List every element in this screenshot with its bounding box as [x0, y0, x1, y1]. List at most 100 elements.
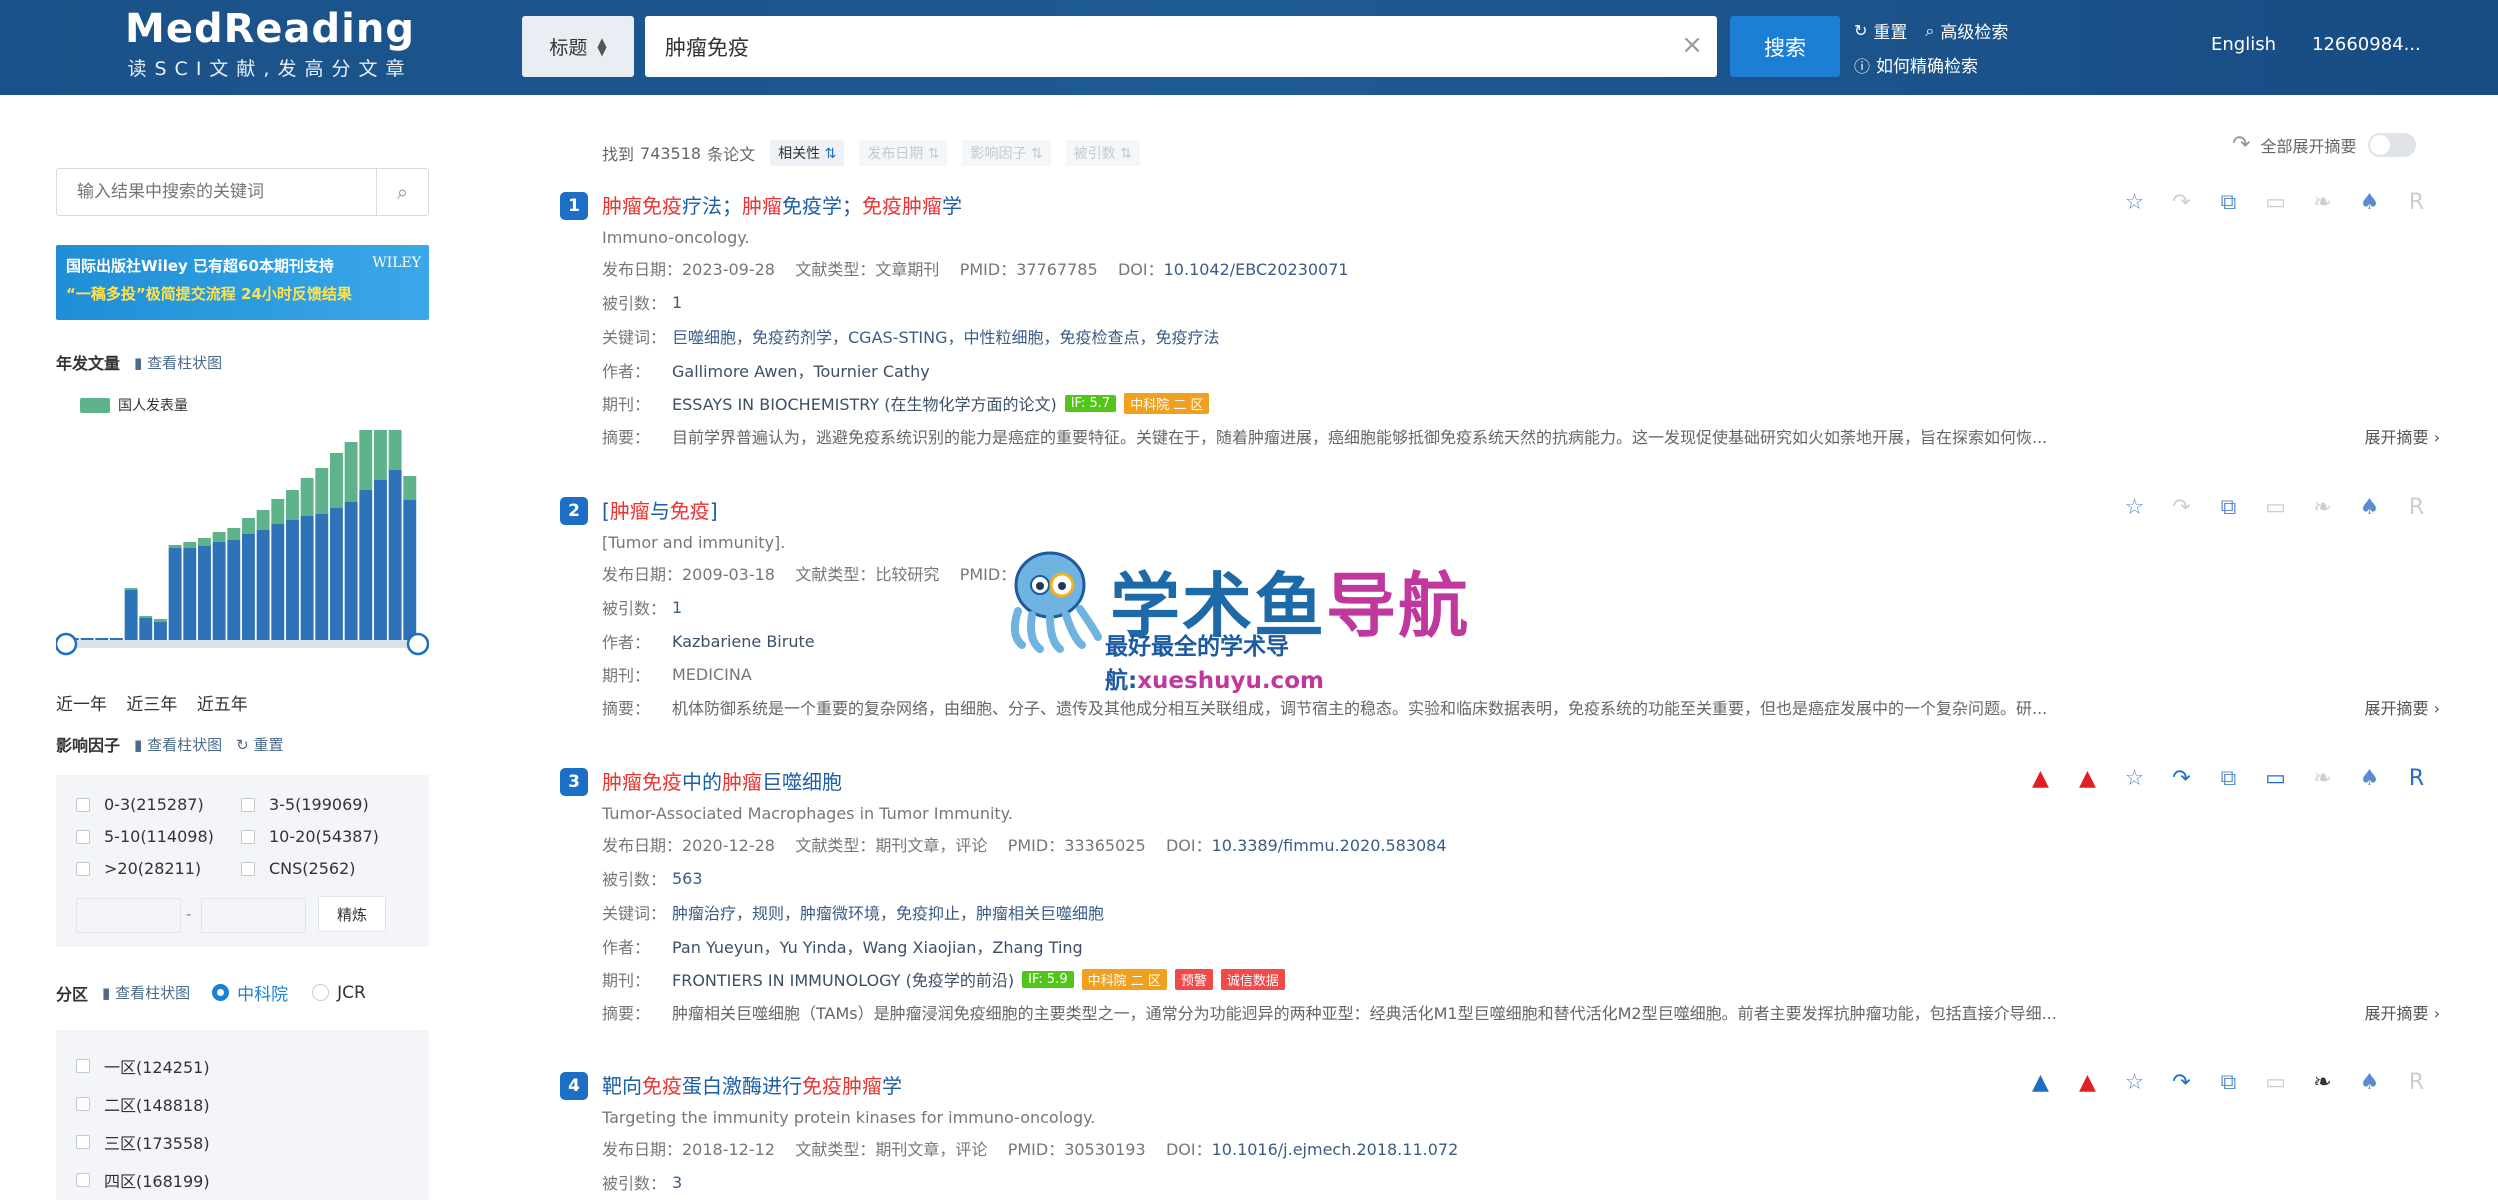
- expand-abstract-link[interactable]: 展开摘要 ›: [2364, 1000, 2440, 1024]
- if-min-input[interactable]: [76, 898, 181, 933]
- checkbox[interactable]: [76, 1173, 90, 1187]
- share-icon[interactable]: ↷: [2158, 766, 2205, 791]
- checkbox[interactable]: [241, 797, 255, 812]
- result-title[interactable]: 靶向免疫蛋白激酶进行免疫肿瘤学: [602, 1070, 902, 1099]
- year-bar-view-link[interactable]: ▮ 查看柱状图: [134, 352, 222, 373]
- reader-icon[interactable]: R: [2393, 1070, 2440, 1095]
- bell-icon[interactable]: ♠: [2346, 190, 2393, 215]
- monitor-icon[interactable]: ▭: [2252, 190, 2299, 215]
- share-icon[interactable]: ↷: [2158, 1070, 2205, 1095]
- advanced-search-link[interactable]: 高级检索: [1940, 18, 2008, 43]
- reset-link[interactable]: 重置: [1873, 18, 1907, 43]
- star-icon[interactable]: ☆: [2111, 766, 2158, 791]
- search-field-select[interactable]: 标题 ▲ ▼: [522, 16, 634, 77]
- journal-value[interactable]: FRONTIERS IN IMMUNOLOGY (免疫学的前沿): [672, 967, 1014, 991]
- feather-icon[interactable]: ❧: [2299, 190, 2346, 215]
- clear-icon[interactable]: ×: [1681, 30, 1703, 60]
- reader-icon[interactable]: R: [2393, 766, 2440, 791]
- if-reset-link[interactable]: ↻ 重置: [236, 734, 283, 755]
- if-option[interactable]: CNS(2562): [241, 859, 356, 878]
- result-doi[interactable]: 10.1016/j.ejmech.2018.11.072: [1212, 1140, 1459, 1159]
- range-3y[interactable]: 近三年: [126, 695, 177, 715]
- checkbox[interactable]: [241, 861, 255, 876]
- authors-value[interactable]: Kazbariene Birute: [672, 632, 815, 651]
- checkbox[interactable]: [76, 1135, 90, 1149]
- authors-value[interactable]: Gallimore Awen，Tournier Cathy: [672, 358, 930, 382]
- warning-icon[interactable]: ▲: [2017, 766, 2064, 791]
- monitor-icon[interactable]: ▭: [2252, 766, 2299, 791]
- share-icon[interactable]: ↷: [2158, 495, 2205, 520]
- result-title[interactable]: 肿瘤免疫中的肿瘤巨噬细胞: [602, 766, 842, 795]
- feather-icon[interactable]: ❧: [2299, 766, 2346, 791]
- translate-icon[interactable]: ⧉: [2205, 766, 2252, 791]
- checkbox[interactable]: [241, 829, 255, 844]
- if-option[interactable]: 3-5(199069): [241, 795, 369, 814]
- share-icon[interactable]: ↷: [2158, 190, 2205, 215]
- result-doi[interactable]: 10.3389/fimmu.2020.583084: [1212, 836, 1447, 855]
- reader-icon[interactable]: R: [2393, 495, 2440, 520]
- sort-date[interactable]: 发布日期 ⇅: [859, 140, 948, 166]
- zone-bar-view-link[interactable]: ▮ 查看柱状图: [102, 982, 190, 1003]
- zone-option[interactable]: 二区(148818): [76, 1092, 210, 1116]
- result-title[interactable]: 肿瘤免疫疗法；肿瘤免疫学；免疫肿瘤学: [602, 190, 962, 219]
- range-slider-track[interactable]: [66, 640, 418, 648]
- monitor-icon[interactable]: ▭: [2252, 495, 2299, 520]
- range-5y[interactable]: 近五年: [197, 695, 248, 715]
- reader-icon[interactable]: R: [2393, 190, 2440, 215]
- alert-icon[interactable]: ▲: [2064, 766, 2111, 791]
- checkbox[interactable]: [76, 861, 90, 876]
- range-slider-handle[interactable]: [406, 632, 429, 656]
- star-icon[interactable]: ☆: [2111, 190, 2158, 215]
- search-button[interactable]: 搜索: [1730, 16, 1840, 77]
- checkbox[interactable]: [76, 1059, 90, 1073]
- sort-relevance[interactable]: 相关性 ⇅: [770, 140, 845, 166]
- zone-option[interactable]: 一区(124251): [76, 1054, 210, 1078]
- search-input[interactable]: [645, 16, 1605, 77]
- translate-icon[interactable]: ⧉: [2205, 495, 2252, 520]
- checkbox[interactable]: [76, 797, 90, 812]
- if-max-input[interactable]: [201, 898, 306, 933]
- zone-radio-jcr[interactable]: JCR: [312, 983, 366, 1003]
- if-option[interactable]: 10-20(54387): [241, 827, 379, 846]
- result-doi[interactable]: 10.1042/EBC20230071: [1164, 260, 1349, 279]
- result-title[interactable]: [肿瘤与免疫]: [602, 495, 718, 524]
- language-switch[interactable]: English: [2211, 34, 2276, 55]
- translate-icon[interactable]: ⧉: [2205, 190, 2252, 215]
- zone-radio-cas[interactable]: 中科院: [212, 980, 288, 1005]
- result-search-input[interactable]: [57, 169, 377, 215]
- search-help-link[interactable]: 如何精确检索: [1876, 52, 1978, 77]
- star-icon[interactable]: ☆: [2111, 495, 2158, 520]
- translate-icon[interactable]: ⧉: [2205, 1070, 2252, 1095]
- sort-impact[interactable]: 影响因子 ⇅: [962, 140, 1051, 166]
- expand-abstract-link[interactable]: 展开摘要 ›: [2364, 424, 2440, 448]
- sort-cited[interactable]: 被引数 ⇅: [1065, 140, 1140, 166]
- feather-icon[interactable]: ❧: [2299, 1070, 2346, 1095]
- journal-value[interactable]: MEDICINA: [672, 665, 752, 684]
- keywords-value[interactable]: 肿瘤治疗，规则，肿瘤微环境，免疫抑止，肿瘤相关巨噬细胞: [672, 900, 1104, 924]
- bell-icon[interactable]: ♠: [2346, 495, 2393, 520]
- star-icon[interactable]: ☆: [2111, 1070, 2158, 1095]
- checkbox[interactable]: [76, 829, 90, 844]
- alert-icon[interactable]: ▲: [2064, 1070, 2111, 1095]
- if-option[interactable]: 0-3(215287): [76, 795, 204, 814]
- expand-all-toggle[interactable]: [2368, 132, 2417, 157]
- zone-option[interactable]: 四区(168199): [76, 1168, 210, 1192]
- bell-icon[interactable]: ♠: [2346, 766, 2393, 791]
- range-1y[interactable]: 近一年: [56, 695, 107, 715]
- if-option[interactable]: 5-10(114098): [76, 827, 214, 846]
- checkbox[interactable]: [76, 1097, 90, 1111]
- result-search-button[interactable]: ⌕: [376, 169, 428, 215]
- range-slider-handle[interactable]: [56, 632, 78, 656]
- authors-value[interactable]: Pan Yueyun，Yu Yinda，Wang Xiaojian，Zhang …: [672, 934, 1083, 958]
- zone-option[interactable]: 三区(173558): [76, 1130, 210, 1154]
- monitor-icon[interactable]: ▭: [2252, 1070, 2299, 1095]
- user-account[interactable]: 12660984...: [2312, 34, 2421, 55]
- if-bar-view-link[interactable]: ▮ 查看柱状图: [134, 734, 222, 755]
- warning-icon[interactable]: ▲: [2017, 1070, 2064, 1095]
- expand-abstract-link[interactable]: 展开摘要 ›: [2364, 695, 2440, 719]
- if-option[interactable]: >20(28211): [76, 859, 201, 878]
- logo[interactable]: MedReading 读SCI文献,发高分文章: [120, 6, 420, 81]
- keywords-value[interactable]: 巨噬细胞，免疫药剂学，CGAS-STING，中性粒细胞，免疫检查点，免疫疗法: [672, 324, 1219, 348]
- bell-icon[interactable]: ♠: [2346, 1070, 2393, 1095]
- wiley-ad-banner[interactable]: 国际出版社Wiley 已有超60本期刊支持 “一稿多投”极简提交流程 24小时反…: [56, 245, 429, 320]
